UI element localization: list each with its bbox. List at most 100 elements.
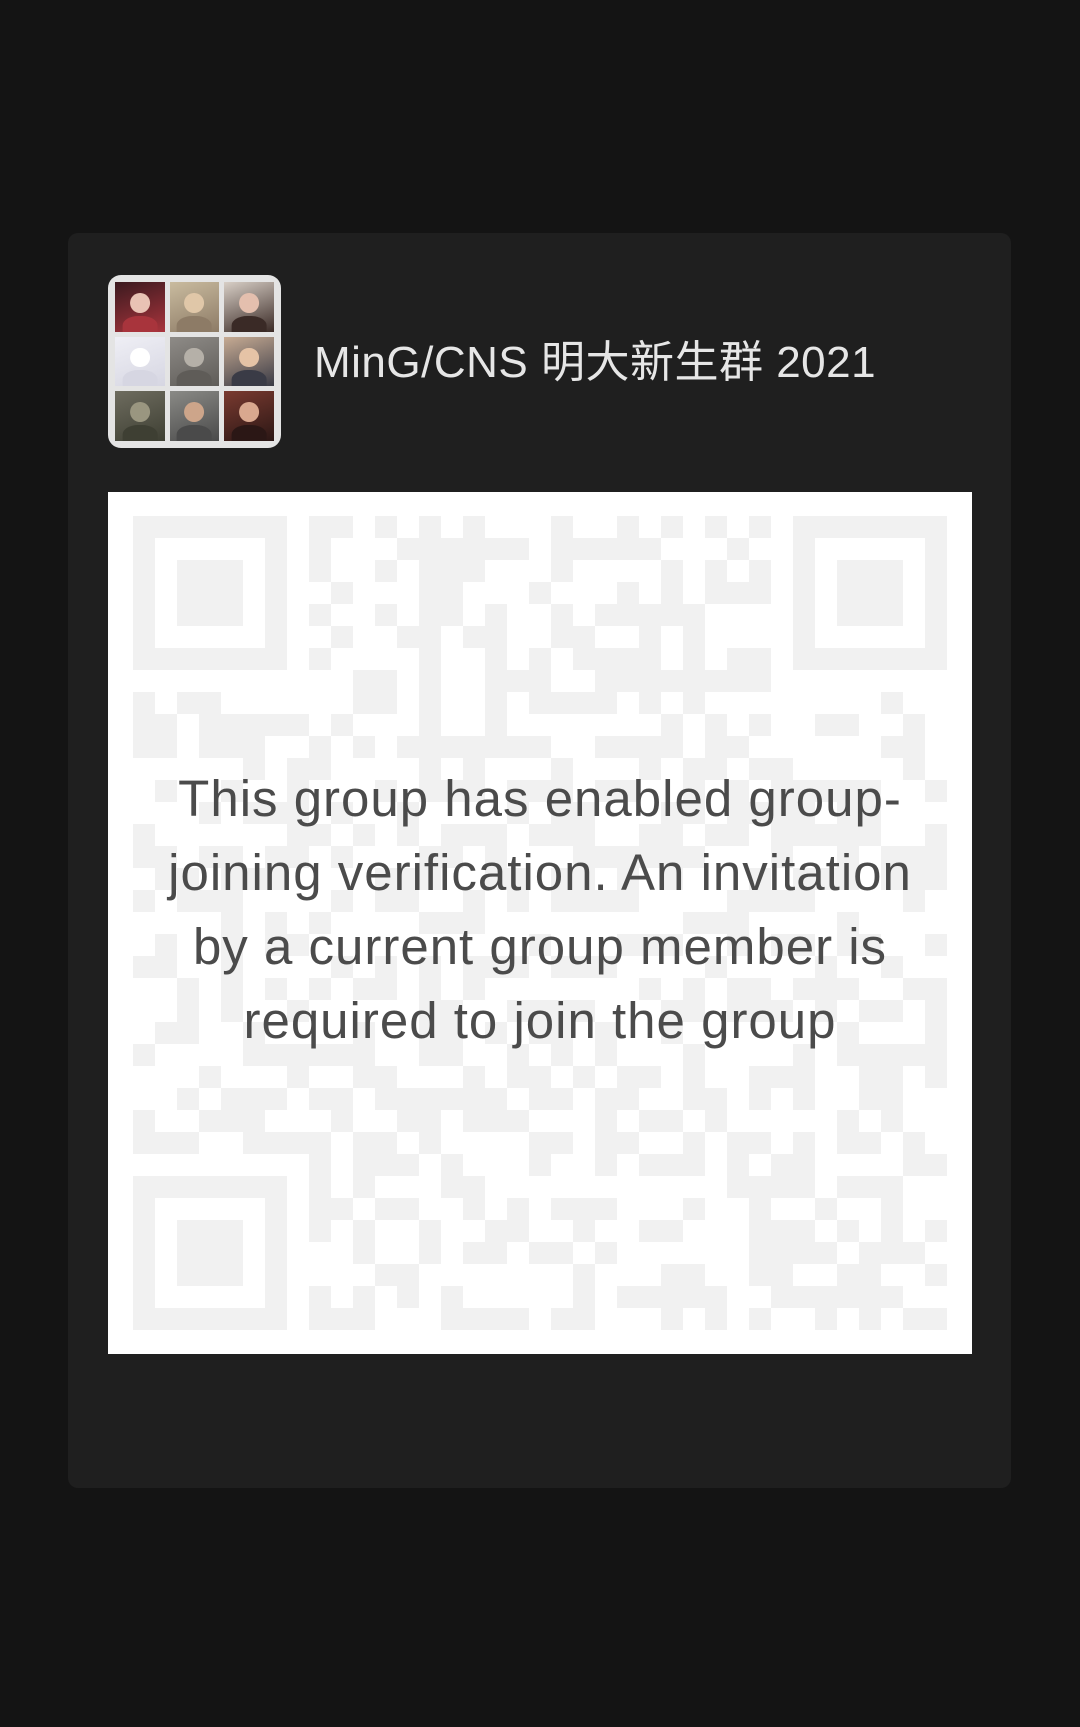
red-haired-girl-avatar [115,282,165,332]
qr-module [881,1220,903,1242]
qr-module [595,1198,617,1220]
qr-module [683,626,705,648]
qr-module [705,1088,727,1110]
qr-module [683,1198,705,1220]
qr-module [639,604,661,626]
qr-module [551,1198,573,1220]
qr-module [617,1286,639,1308]
qr-module [727,582,749,604]
qr-module [881,1176,903,1198]
qr-module [507,670,529,692]
qr-module [859,1132,881,1154]
qr-module [925,1154,947,1176]
qr-module [309,1154,331,1176]
qr-finder-center [177,560,243,626]
qr-module [375,604,397,626]
qr-module [661,1286,683,1308]
qr-module [771,1286,793,1308]
qr-module [837,1264,859,1286]
qr-module [859,1088,881,1110]
qr-module [529,670,551,692]
qr-module [727,1154,749,1176]
qr-module [419,1110,441,1132]
qr-module [595,648,617,670]
qr-module [595,604,617,626]
qr-module [265,714,287,736]
qr-module [375,1154,397,1176]
qr-module [243,1132,265,1154]
qr-module [749,1242,771,1264]
qr-module [441,1154,463,1176]
qr-module [331,1110,353,1132]
qr-module [705,560,727,582]
qr-module [661,560,683,582]
qr-module [309,604,331,626]
qr-code-area[interactable]: This group has enabled group-joining ver… [108,492,972,1354]
qr-module [529,736,551,758]
qr-module [463,516,485,538]
qr-module [265,1088,287,1110]
qr-module [397,1286,419,1308]
qr-module [375,1132,397,1154]
group-avatar[interactable] [108,275,281,448]
figure-on-beige-avatar [169,282,220,332]
qr-module [221,736,243,758]
qr-module [507,1110,529,1132]
qr-module [331,1308,353,1330]
qr-module [551,1088,573,1110]
qr-module [507,1308,529,1330]
qr-module [353,1242,375,1264]
qr-module [639,626,661,648]
qr-module [793,1220,815,1242]
qr-module [375,1198,397,1220]
qr-module [397,1088,419,1110]
qr-module [683,1154,705,1176]
qr-module [441,538,463,560]
qr-module [529,648,551,670]
qr-module [331,626,353,648]
qr-module [353,670,375,692]
qr-module [397,626,419,648]
landscape-avatar [115,391,165,441]
qr-module [309,516,331,538]
tabby-cat-avatar [169,336,220,387]
qr-module [331,582,353,604]
qr-finder-center [837,560,903,626]
qr-module [595,670,617,692]
qr-module [749,1176,771,1198]
qr-module [683,1132,705,1154]
qr-module [727,670,749,692]
qr-module [595,538,617,560]
qr-module [859,1264,881,1286]
qr-module [309,736,331,758]
qr-module [463,1110,485,1132]
qr-module [309,1198,331,1220]
qr-module [749,560,771,582]
qr-module [419,538,441,560]
qr-module [441,1088,463,1110]
qr-module [837,714,859,736]
qr-module [727,1132,749,1154]
qr-module [771,1220,793,1242]
qr-module [463,1066,485,1088]
qr-module [551,1242,573,1264]
qr-module [837,1176,859,1198]
qr-module [441,582,463,604]
qr-module [155,1132,177,1154]
qr-module [485,1088,507,1110]
qr-module [419,692,441,714]
qr-module [881,1242,903,1264]
qr-module [199,1110,221,1132]
qr-module [331,714,353,736]
qr-module [683,1264,705,1286]
qr-module [639,1220,661,1242]
qr-module [837,1220,859,1242]
woman-dark-hair-avatar [224,282,274,332]
qr-module [353,1154,375,1176]
qr-module [309,1088,331,1110]
qr-module [485,648,507,670]
qr-module [529,1088,551,1110]
qr-module [639,1286,661,1308]
qr-module [419,1220,441,1242]
qr-module [705,670,727,692]
